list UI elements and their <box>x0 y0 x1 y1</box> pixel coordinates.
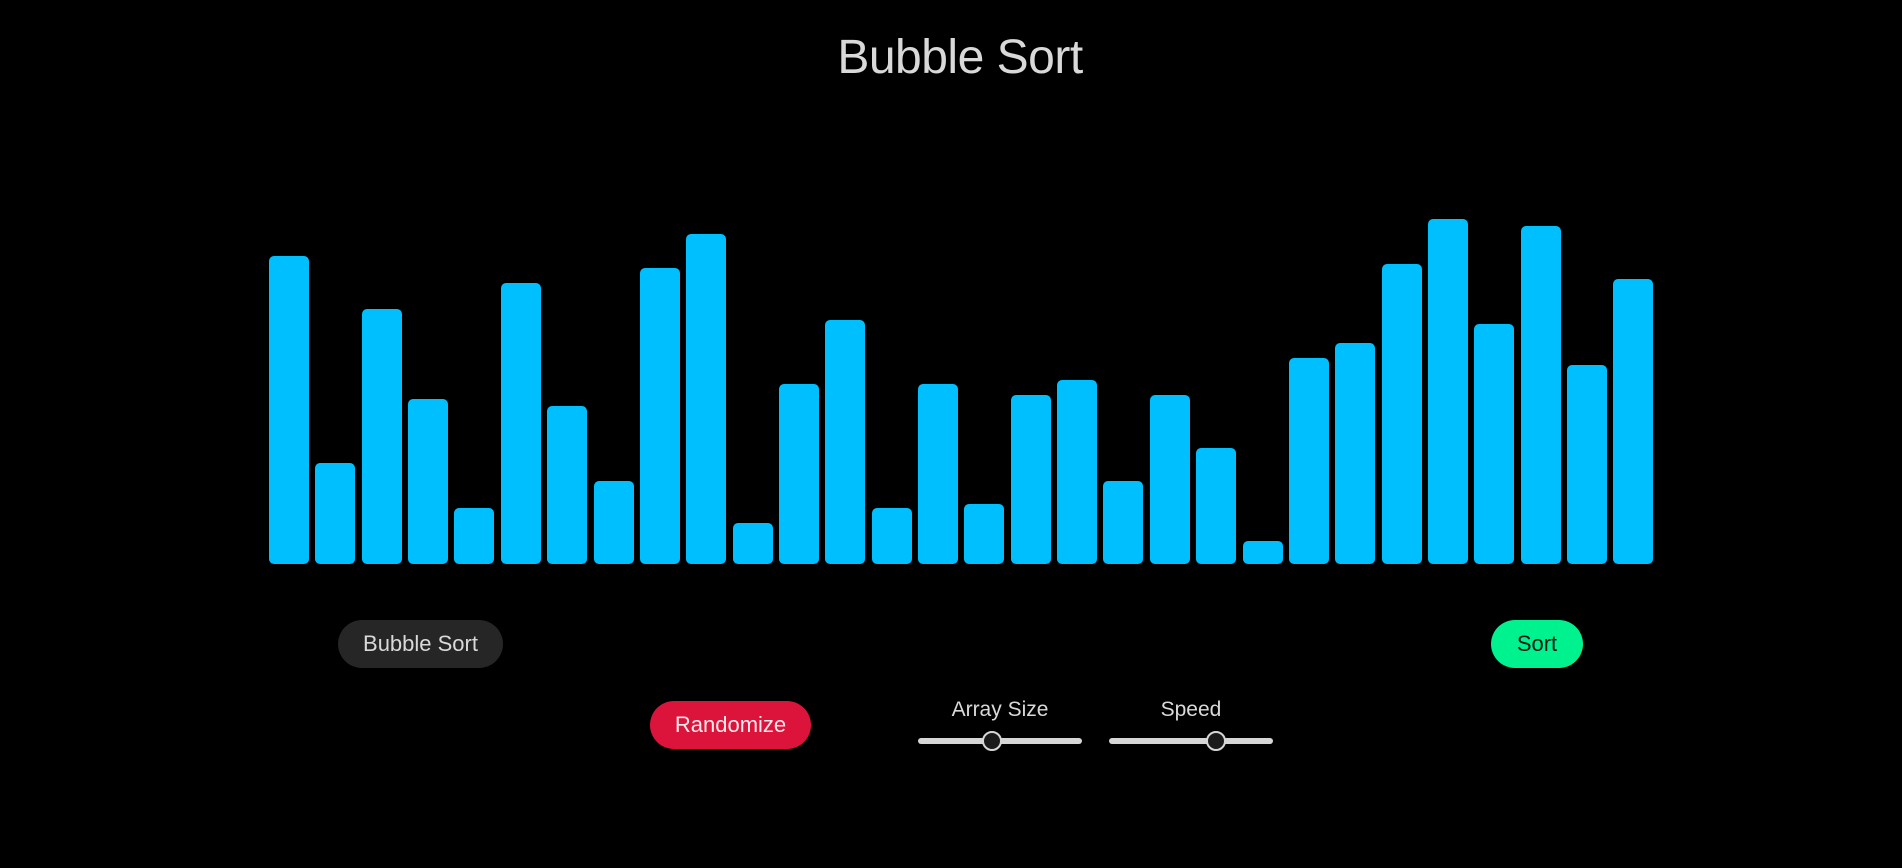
array-size-slider[interactable] <box>918 731 1082 751</box>
array-bar <box>454 508 494 564</box>
sort-button[interactable]: Sort <box>1491 620 1583 668</box>
array-bar <box>918 384 958 564</box>
array-bar <box>1057 380 1097 564</box>
array-bar <box>1613 279 1653 564</box>
array-bar <box>1567 365 1607 564</box>
array-bar <box>594 481 634 564</box>
visualizer-page: Bubble Sort Bubble Sort Sort Randomize A… <box>0 0 1902 868</box>
array-bar <box>686 234 726 564</box>
array-bar <box>964 504 1004 564</box>
speed-control: Speed <box>1109 698 1273 751</box>
speed-label: Speed <box>1160 698 1222 721</box>
array-bar <box>825 320 865 564</box>
array-bar <box>1243 541 1283 564</box>
array-bar <box>269 256 309 564</box>
array-size-control: Array Size <box>918 698 1082 751</box>
array-bar <box>1289 358 1329 564</box>
speed-slider-thumb[interactable] <box>1205 731 1226 751</box>
array-bar <box>501 283 541 564</box>
array-bar <box>1521 226 1561 564</box>
array-bar <box>1428 219 1468 564</box>
array-bar <box>547 406 587 564</box>
page-title: Bubble Sort <box>837 31 1083 84</box>
array-bar <box>1103 481 1143 564</box>
array-bar <box>1335 343 1375 564</box>
array-bar <box>1474 324 1514 564</box>
speed-slider[interactable] <box>1109 731 1273 751</box>
array-bar <box>733 523 773 564</box>
array-bar <box>315 463 355 564</box>
array-bar <box>362 309 402 564</box>
array-bar <box>1196 448 1236 564</box>
array-bar <box>640 268 680 564</box>
array-size-label: Array Size <box>951 698 1049 721</box>
array-bar <box>779 384 819 564</box>
array-size-slider-thumb[interactable] <box>982 731 1003 751</box>
array-bar <box>1382 264 1422 564</box>
array-bar <box>1011 395 1051 564</box>
array-bar <box>1150 395 1190 564</box>
algorithm-select[interactable]: Bubble Sort <box>338 620 503 668</box>
randomize-button[interactable]: Randomize <box>650 701 811 749</box>
array-bar <box>872 508 912 564</box>
array-bar <box>408 399 448 564</box>
